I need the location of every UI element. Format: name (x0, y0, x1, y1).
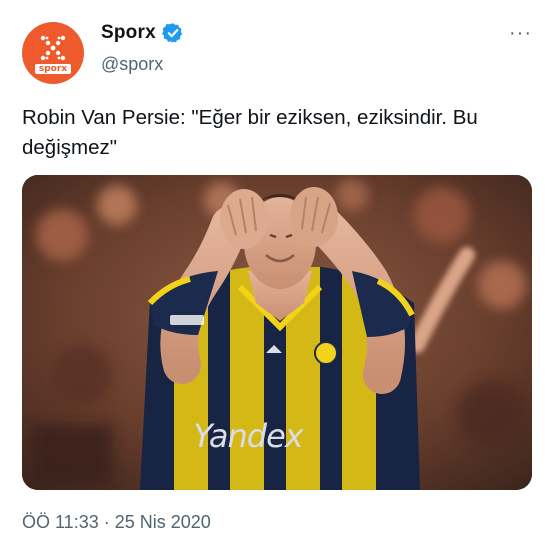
avatar-logo-text: sporx (34, 63, 72, 74)
display-name[interactable]: Sporx (101, 22, 156, 44)
avatar[interactable]: sporx (22, 22, 84, 84)
jersey-sponsor-text: Yandex (193, 417, 305, 455)
tweet-photo[interactable]: Yandex (22, 175, 532, 490)
author-name-row: Sporx (101, 22, 184, 44)
sporx-x-logo-icon (40, 35, 66, 60)
tweet-timestamp[interactable]: ÖÖ 11:33 · 25 Nis 2020 (22, 512, 211, 533)
verified-badge-icon (161, 23, 182, 43)
player-photo-image: Yandex (22, 175, 532, 490)
tweet-text: Robin Van Persie: "Eğer bir eziksen, ezi… (22, 106, 478, 159)
user-handle[interactable]: @sporx (101, 54, 163, 75)
tweet-card: sporx Sporx @sporx ··· Robin Van Persie:… (0, 0, 554, 554)
more-options-icon[interactable]: ··· (509, 23, 532, 43)
